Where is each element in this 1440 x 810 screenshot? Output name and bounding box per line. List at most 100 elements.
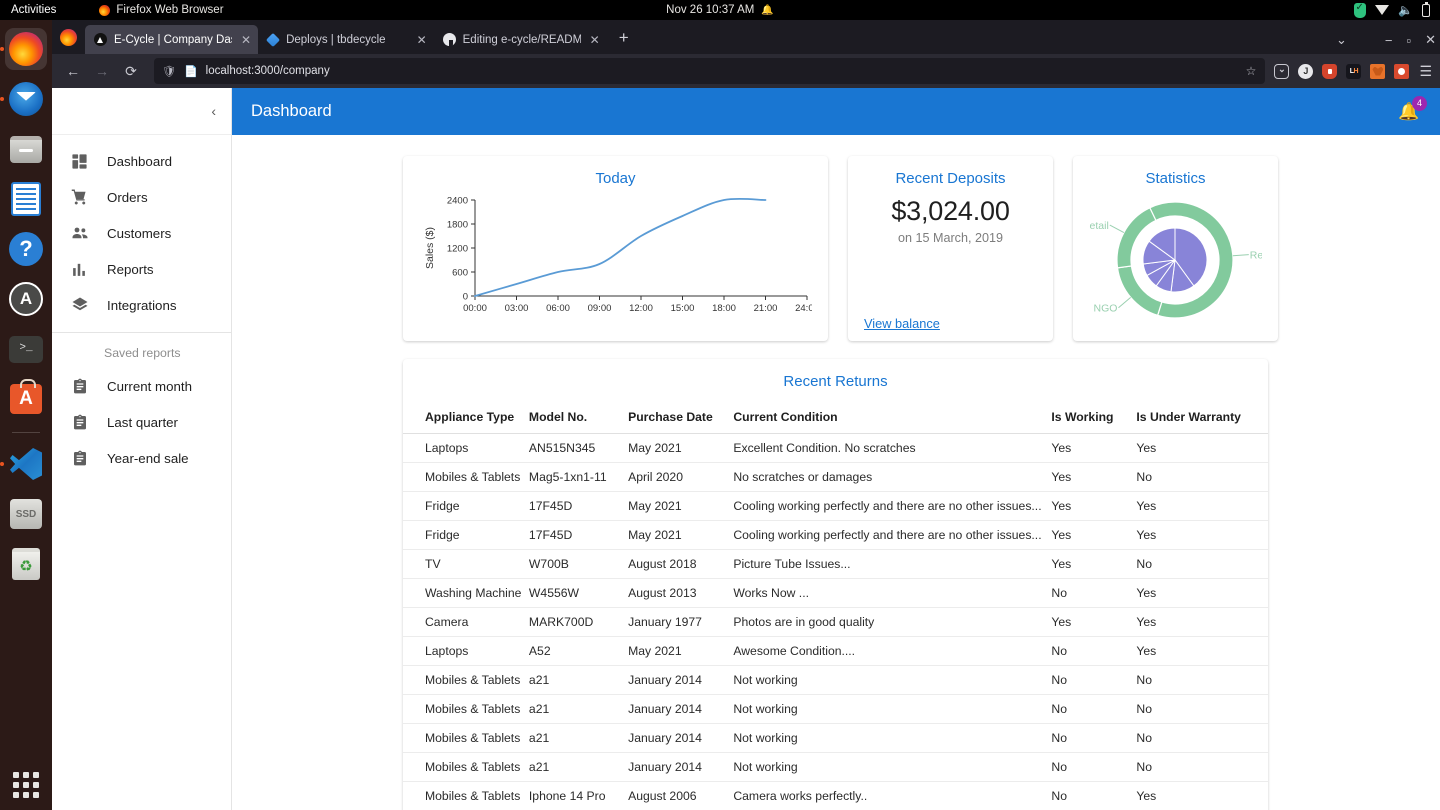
table-cell: Not working [733, 665, 1052, 695]
table-row[interactable]: Mobiles & Tablets a21 January 2014 Not work… [403, 665, 1268, 695]
table-row[interactable]: Mobiles & Tablets Mag5-1xn1-11 April 2020 N… [403, 462, 1268, 492]
bar-chart-icon [70, 260, 89, 279]
activities-button[interactable]: Activities [11, 4, 56, 16]
pocket-icon[interactable] [1274, 63, 1290, 79]
tab-title: Deploys | tbdecycle [286, 33, 386, 46]
new-tab-button[interactable]: + [619, 28, 629, 48]
close-icon[interactable]: ✕ [417, 33, 427, 47]
dock-item-files[interactable] [5, 128, 47, 170]
table-cell: a21 [528, 752, 629, 782]
table-head: Appliance Type Model No. Purchase Date C… [403, 402, 1268, 434]
table-row[interactable]: Laptops AN515N345 May 2021 Excellent Condit… [403, 433, 1268, 463]
svg-text:NGO: NGO [1094, 303, 1118, 315]
table-cell: A52 [528, 636, 629, 666]
extension-lh-icon[interactable]: LH [1346, 63, 1362, 79]
reload-button[interactable]: ⟳ [118, 58, 144, 84]
column-header-is-working[interactable]: Is Working [1051, 402, 1137, 434]
page-info-icon[interactable]: 📄 [184, 65, 198, 78]
table-cell: Camera works perfectly.. [733, 781, 1052, 810]
people-icon [70, 224, 89, 243]
column-header-current-condition[interactable]: Current Condition [733, 402, 1052, 434]
forward-button[interactable]: → [89, 58, 115, 84]
notifications-bell-icon[interactable]: 🔔 [761, 5, 773, 16]
table-row[interactable]: Fridge 17F45D May 2021 Cooling working perf… [403, 520, 1268, 550]
tab-list-chevron-icon[interactable]: ⌄ [1336, 32, 1347, 48]
card-title: Recent Returns [783, 373, 888, 390]
dock-item-vscode[interactable] [0, 443, 47, 485]
table-row[interactable]: Mobiles & Tablets a21 January 2014 Not work… [403, 694, 1268, 724]
table-cell: Iphone 14 Pro [528, 781, 629, 810]
sidebar-item-dashboard[interactable]: Dashboard [52, 143, 231, 179]
sidebar-item-reports[interactable]: Reports [52, 251, 231, 287]
dock-item-app-center[interactable]: A [5, 378, 47, 420]
svg-text:15:00: 15:00 [671, 303, 695, 314]
metamask-fox-icon[interactable] [1370, 63, 1386, 79]
browser-tab-0[interactable]: E-Cycle | Company Dashb ✕ [85, 25, 259, 54]
close-icon[interactable]: ✕ [590, 33, 600, 47]
dashboard-cards-row: Today 0 600 1200 1800 2400 00:00 03:00 06:00 09:… [232, 156, 1440, 341]
address-bar[interactable]: 🛡 📄 localhost:3000/company ☆ [154, 58, 1266, 84]
extension-j-icon[interactable]: J [1298, 63, 1314, 79]
running-indicator-dot [0, 97, 4, 101]
browser-tab-2[interactable]: Editing e-cycle/README. ✕ [434, 25, 607, 54]
table-row[interactable]: Washing Machine W4556W August 2013 Works No… [403, 578, 1268, 608]
system-status-area[interactable]: 🔈 [1354, 1, 1430, 18]
sidebar-item-integrations[interactable]: Integrations [52, 287, 231, 323]
table-row[interactable]: Mobiles & Tablets a21 January 2014 Not work… [403, 723, 1268, 753]
table-row[interactable]: Mobiles & Tablets Iphone 14 Pro August 200… [403, 781, 1268, 810]
table-row[interactable]: Mobiles & Tablets a21 January 2014 Not work… [403, 752, 1268, 782]
table-cell: Camera [403, 607, 529, 637]
browser-tab-1[interactable]: Deploys | tbdecycle ✕ [258, 25, 434, 54]
svg-text:0: 0 [463, 292, 468, 303]
column-header-model-no[interactable]: Model No. [528, 402, 629, 434]
dock-item-libreoffice[interactable] [5, 178, 47, 220]
dock-item-ubuntu-software[interactable]: A [5, 278, 47, 320]
dock-item-ssd[interactable]: SSD [5, 493, 47, 535]
column-header-is-under-warranty[interactable]: Is Under Warranty [1136, 402, 1268, 434]
view-balance-link[interactable]: View balance [864, 316, 1037, 331]
column-header-purchase-date[interactable]: Purchase Date [628, 402, 734, 434]
dock-item-trash[interactable]: ♻ [5, 543, 47, 585]
dock-item-thunderbird[interactable] [0, 78, 47, 120]
password-lock-icon[interactable] [1322, 63, 1338, 79]
maximize-button[interactable]: ▫ [1406, 33, 1411, 48]
active-app-indicator[interactable]: Firefox Web Browser [99, 4, 224, 16]
dock-item-firefox[interactable] [0, 28, 47, 70]
clipboard-icon [70, 413, 89, 432]
svg-text:1200: 1200 [447, 244, 468, 255]
extension-red-icon[interactable] [1394, 63, 1410, 79]
column-header-appliance-type[interactable]: Appliance Type [403, 402, 529, 434]
collapse-sidebar-button[interactable]: ‹ [211, 103, 216, 119]
firefox-menu-button[interactable]: ☰ [1419, 63, 1432, 80]
sidebar-item-year-end-sale[interactable]: Year-end sale [52, 440, 231, 476]
table-cell: Mobiles & Tablets [403, 462, 529, 492]
table-cell: No [1136, 694, 1268, 724]
table-cell: TV [403, 549, 529, 579]
sidebar-item-last-quarter[interactable]: Last quarter [52, 404, 231, 440]
table-row[interactable]: Fridge 17F45D May 2021 Cooling working perf… [403, 491, 1268, 521]
table-cell: Mobiles & Tablets [403, 694, 529, 724]
layers-icon [70, 296, 89, 315]
back-button[interactable]: ← [60, 58, 86, 84]
bookmark-star-icon[interactable]: ☆ [1246, 64, 1257, 78]
sidebar-item-customers[interactable]: Customers [52, 215, 231, 251]
sidebar-header: ‹ [52, 88, 231, 135]
show-applications-button[interactable] [13, 772, 39, 798]
clock-area[interactable]: Nov 26 10:37 AM 🔔 [666, 4, 774, 16]
table-cell: MARK700D [528, 607, 629, 637]
notifications-button[interactable]: 🔔 4 [1396, 95, 1427, 125]
minimize-button[interactable]: − [1385, 33, 1393, 48]
close-icon[interactable]: ✕ [241, 33, 251, 47]
shield-icon[interactable]: 🛡 [162, 65, 176, 78]
dock-item-terminal[interactable]: >_ [5, 328, 47, 370]
dock-item-help[interactable]: ? [5, 228, 47, 270]
table-row[interactable]: TV W700B August 2018 Picture Tube Issues...… [403, 549, 1268, 579]
close-window-button[interactable]: ✕ [1425, 32, 1436, 48]
sidebar-item-current-month[interactable]: Current month [52, 368, 231, 404]
table-cell: 17F45D [528, 491, 629, 521]
sidebar-item-orders[interactable]: Orders [52, 179, 231, 215]
libreoffice-writer-icon [11, 182, 41, 216]
table-row[interactable]: Camera MARK700D January 1977 Photos are in … [403, 607, 1268, 637]
table-row[interactable]: Laptops A52 May 2021 Awesome Condition.... N… [403, 636, 1268, 666]
table-cell: No [1051, 723, 1137, 753]
